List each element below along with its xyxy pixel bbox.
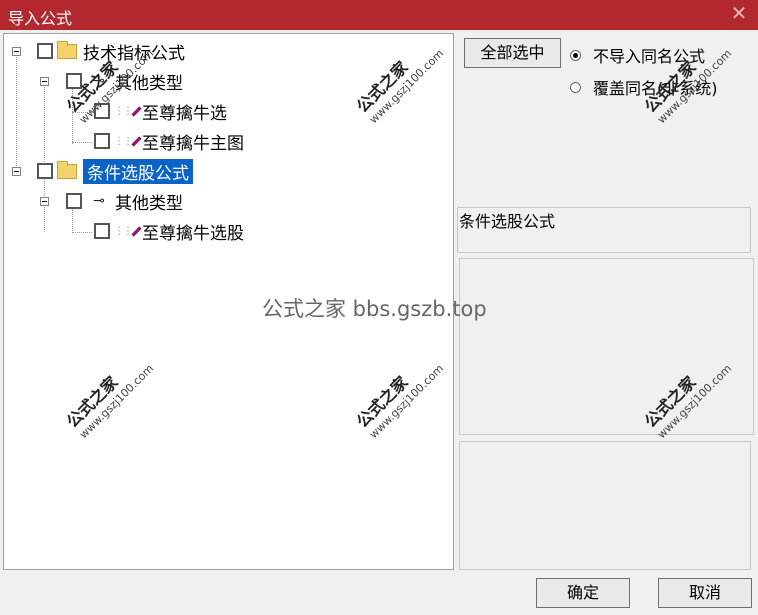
tree-leaf-label: 至尊擒牛选 xyxy=(142,103,227,124)
tree-node-label: 其他类型 xyxy=(115,193,183,214)
key-icon: ⊸ xyxy=(93,193,105,209)
cancel-button[interactable]: 取消 xyxy=(658,578,752,608)
select-all-button[interactable]: 全部选中 xyxy=(464,38,561,68)
formula-gem-icon: ⋮⋮ xyxy=(114,106,142,117)
radio-icon[interactable] xyxy=(570,81,581,93)
window-title: 导入公式 xyxy=(8,9,73,28)
collapse-icon[interactable] xyxy=(12,47,21,56)
tree-node-condition[interactable]: 条件选股公式 xyxy=(37,158,193,184)
radio-selected-icon[interactable] xyxy=(570,49,581,61)
checkbox[interactable] xyxy=(94,223,110,239)
close-icon[interactable]: ✕ xyxy=(728,2,750,24)
title-bar: 导入公式 ✕ xyxy=(0,0,758,30)
tree-leaf[interactable]: ⋮⋮ 至尊擒牛选股 xyxy=(94,219,244,244)
checkbox[interactable] xyxy=(37,163,53,179)
center-watermark: 公式之家 bbs.gszb.top xyxy=(262,297,487,321)
tree-leaf[interactable]: ⋮⋮ 至尊擒牛选 xyxy=(94,99,227,124)
tree-node-other-type[interactable]: ⊸ 其他类型 xyxy=(66,189,183,214)
tree-leaf-label: 至尊擒牛主图 xyxy=(142,133,244,154)
selected-formula-name: 条件选股公式 xyxy=(459,212,556,231)
formula-gem-icon: ⋮⋮ xyxy=(114,136,142,147)
collapse-icon[interactable] xyxy=(40,197,49,206)
formula-gem-icon: ⋮⋮ xyxy=(114,226,142,237)
folder-icon xyxy=(57,160,77,179)
checkbox[interactable] xyxy=(66,193,82,209)
tree-leaf-label: 至尊擒牛选股 xyxy=(142,223,244,244)
checkbox[interactable] xyxy=(94,133,110,149)
collapse-icon[interactable] xyxy=(40,77,49,86)
tree-node-label: 条件选股公式 xyxy=(83,158,193,184)
tree-leaf[interactable]: ⋮⋮ 至尊擒牛主图 xyxy=(94,129,244,154)
folder-icon xyxy=(57,40,77,59)
preview-panel xyxy=(459,441,751,570)
checkbox[interactable] xyxy=(37,43,53,59)
ok-button[interactable]: 确定 xyxy=(536,578,630,608)
collapse-icon[interactable] xyxy=(12,167,21,176)
